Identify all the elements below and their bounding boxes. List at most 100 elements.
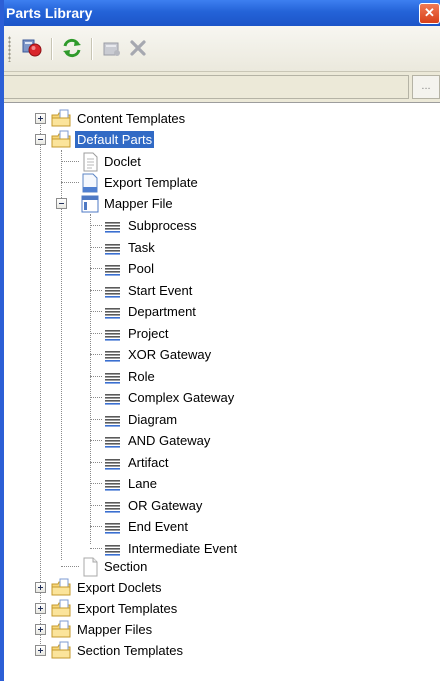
tree-item-label: Diagram [128,411,178,427]
tree-item-label: Default Parts [75,131,155,148]
tree-item-mapper-files[interactable]: Mapper Files [4,619,440,640]
refresh-icon [63,38,81,58]
path-field[interactable] [4,75,409,99]
tree-item-label: Section [104,559,148,574]
tree-connector [90,311,102,312]
expand-icon[interactable] [35,113,46,124]
tree-item-export-template[interactable]: Export Template [4,172,440,193]
mapping-entry-icon [105,243,120,255]
tree-item-mapper-entry[interactable]: Task [4,237,440,258]
folder-template-icon [51,109,71,127]
tree-item-label: Artifact [128,454,169,470]
tree-connector [90,526,102,527]
toolbar-separator [51,38,52,60]
tree-connector [90,354,102,355]
delete-icon [130,40,146,56]
parts-tree[interactable]: Content Templates Default Parts Doclet E… [4,102,440,681]
tree-item-mapper-entry[interactable]: Pool [4,258,440,279]
folder-template-icon [51,620,71,638]
tree-item-mapper-entry[interactable]: Department [4,301,440,322]
parts-library-window: Parts Library ✕ ... Content Templates De… [0,0,440,681]
expand-icon[interactable] [35,603,46,614]
tree-item-doclet[interactable]: Doclet [4,151,440,172]
path-bar: ... [4,72,440,102]
tree-item-mapper-entry[interactable]: Project [4,323,440,344]
mapping-entry-icon [105,394,120,405]
mapper-file-icon [81,195,99,213]
window-title: Parts Library [6,5,93,21]
tree-item-label: End Event [128,519,188,534]
toolbar [4,26,440,72]
tree-item-default-parts[interactable]: Default Parts [4,129,440,150]
tree-connector [61,161,79,162]
tree-item-mapper-entry[interactable]: End Event [4,516,440,537]
doclet-file-icon [83,152,98,172]
tree-item-mapper-entry[interactable]: Role [4,366,440,387]
tree-connector [90,225,102,226]
tree-item-mapper-entry[interactable]: AND Gateway [4,430,440,451]
tree-connector [90,397,102,398]
tree-connector [90,375,102,377]
tree-connector [90,332,102,334]
tree-connector [90,246,102,248]
tree-item-label: XOR Gateway [128,347,212,362]
tree-item-mapper-entry[interactable]: Complex Gateway [4,387,440,408]
tree-item-mapper-entry[interactable]: Subprocess [4,215,440,236]
tree-item-mapper-entry[interactable]: XOR Gateway [4,344,440,365]
tree-connector [90,547,102,549]
folder-template-icon [51,130,71,148]
collapse-icon[interactable] [56,198,67,209]
mapping-entry-icon [105,523,120,534]
expand-icon[interactable] [35,624,46,635]
mapping-entry-icon [105,286,120,298]
tree-item-mapper-entry[interactable]: Artifact [4,452,440,473]
tree-item-content-templates[interactable]: Content Templates [4,108,440,129]
tree-connector [61,182,79,183]
browse-button[interactable]: ... [412,75,440,99]
add-parts-icon [22,39,42,57]
export-template-icon [82,173,98,193]
tree-item-export-templates[interactable]: Export Templates [4,598,440,619]
tree-item-section-templates[interactable]: Section Templates [4,640,440,661]
mapping-entry-icon [105,501,120,513]
tree-item-label: Pool [128,261,155,276]
add-parts-button[interactable] [18,34,46,62]
expand-icon[interactable] [35,582,46,593]
tree-item-label: Project [128,325,169,341]
collapse-icon[interactable] [35,134,46,145]
tree-connector [90,461,102,463]
close-icon[interactable]: ✕ [419,3,440,24]
tree-connector [90,418,102,420]
tree-item-label: Export Doclets [77,580,162,595]
mapping-entry-icon [105,480,120,491]
mapping-entry-icon [105,351,120,362]
tree-item-mapper-entry[interactable]: Start Event [4,280,440,301]
tree-item-label: Export Template [104,175,198,190]
tree-item-export-doclets[interactable]: Export Doclets [4,577,440,598]
toolbar-grip[interactable] [8,36,11,62]
tree-item-label: Content Templates [77,111,186,126]
tree-connector [90,289,102,291]
tree-item-label: AND Gateway [128,433,211,448]
mapping-entry-icon [105,308,120,319]
tree-item-mapper-file[interactable]: Mapper File [4,193,440,214]
tree-connector [90,268,102,269]
tree-item-label: Task [128,239,155,255]
tree-item-section[interactable]: Section [4,556,440,577]
tree-item-mapper-entry[interactable]: Diagram [4,409,440,430]
delete-button[interactable] [124,34,152,62]
tree-item-mapper-entry[interactable]: Lane [4,473,440,494]
tree-item-label: Section Templates [77,643,183,658]
new-item-button[interactable] [98,34,126,62]
tree-item-mapper-entry[interactable]: OR Gateway [4,495,440,516]
tree-item-label: Complex Gateway [128,390,235,405]
section-file-icon [83,557,98,577]
expand-icon[interactable] [35,645,46,656]
tree-item-label: Doclet [104,154,141,169]
title-bar[interactable]: Parts Library ✕ [4,0,440,26]
tree-connector [90,483,102,484]
tree-item-label: Start Event [128,282,193,298]
tree-item-label: Role [128,368,155,384]
mapping-entry-icon [105,415,120,427]
refresh-button[interactable] [58,34,86,62]
